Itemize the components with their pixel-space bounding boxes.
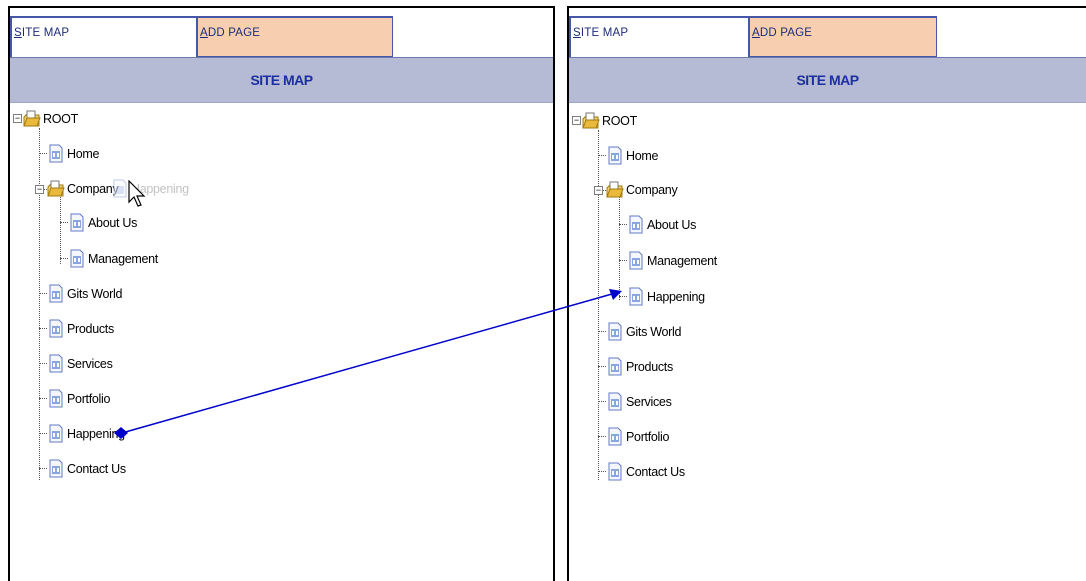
collapse-toggle-company[interactable]: − (594, 186, 603, 195)
tree-node-contact-us[interactable]: Contact Us (47, 457, 126, 481)
tree-node-about-us[interactable]: About Us (68, 211, 137, 235)
tree-node-portfolio[interactable]: Portfolio (606, 425, 669, 449)
tab-add-page-accesskey: A (200, 27, 208, 39)
page-icon (606, 427, 624, 447)
tree-node-root[interactable]: ROOT (23, 107, 78, 131)
page-icon (68, 213, 86, 233)
tree-node-label: ROOT (43, 112, 78, 126)
drag-ghost: Happening (111, 177, 189, 201)
page-icon (47, 144, 65, 164)
page-icon (627, 251, 645, 271)
tab-site-map-accesskey: S (573, 27, 581, 39)
tree-node-gits-world[interactable]: Gits World (47, 282, 122, 306)
tree-node-label: Portfolio (67, 392, 111, 406)
page-icon (47, 389, 65, 409)
tab-site-map-label: ITE MAP (21, 27, 70, 39)
page-icon (47, 284, 65, 304)
tree-node-happening[interactable]: Happening (47, 422, 125, 446)
tree-node-label: ROOT (602, 114, 637, 128)
collapse-toggle-root[interactable]: − (572, 116, 581, 125)
tree-node-services[interactable]: Services (47, 352, 113, 376)
tab-bar: SITE MAP ADD PAGE (569, 16, 1086, 57)
tree-node-label: Home (626, 149, 659, 163)
page-icon (606, 146, 624, 166)
page-icon (68, 249, 86, 269)
folder-open-icon (23, 109, 41, 129)
tree-node-label: Services (67, 357, 113, 371)
page-icon (627, 287, 645, 307)
page-icon (47, 424, 65, 444)
page-icon (606, 392, 624, 412)
tab-add-page-accesskey: A (752, 27, 760, 39)
tree-node-about-us[interactable]: About Us (627, 213, 696, 237)
page-icon (111, 179, 129, 199)
tree-node-happening[interactable]: Happening (627, 285, 705, 309)
tree-node-label: Management (88, 252, 158, 266)
tab-site-map-accesskey: S (14, 27, 22, 39)
tab-add-page-label: DD PAGE (207, 27, 261, 39)
tree-node-label: Management (647, 254, 717, 268)
tab-site-map[interactable]: SITE MAP (10, 16, 197, 57)
page-icon (47, 319, 65, 339)
tree-node-gits-world[interactable]: Gits World (606, 320, 681, 344)
tree-node-company[interactable]: Company (606, 178, 678, 202)
site-map-panel-before: SITE MAP ADD PAGE SITE MAP − ROOT Home −… (8, 6, 555, 581)
section-header: SITE MAP (569, 57, 1086, 103)
tab-add-page[interactable]: ADD PAGE (749, 16, 937, 57)
page-icon (47, 354, 65, 374)
tree-node-products[interactable]: Products (606, 355, 673, 379)
section-header-title: SITE MAP (796, 72, 859, 88)
tree-node-services[interactable]: Services (606, 390, 672, 414)
section-header-title: SITE MAP (250, 72, 313, 88)
tree-node-label: Gits World (67, 287, 123, 301)
site-map-panel-after: SITE MAP ADD PAGE SITE MAP − ROOT Home −… (567, 6, 1086, 581)
tree-node-management[interactable]: Management (627, 249, 717, 273)
page-icon (627, 215, 645, 235)
collapse-toggle-company[interactable]: − (35, 185, 44, 194)
tree-node-label: Contact Us (67, 462, 126, 476)
section-header: SITE MAP (10, 57, 553, 103)
tree-node-home[interactable]: Home (47, 142, 99, 166)
tab-bar: SITE MAP ADD PAGE (10, 16, 553, 57)
tree-node-label: Products (626, 360, 673, 374)
tab-site-map-label: ITE MAP (580, 27, 629, 39)
tab-add-page-label: DD PAGE (759, 27, 813, 39)
collapse-toggle-root[interactable]: − (13, 114, 22, 123)
tree-node-management[interactable]: Management (68, 247, 158, 271)
tree-node-root[interactable]: ROOT (582, 109, 637, 133)
mouse-pointer-icon (128, 180, 146, 207)
page-icon (606, 462, 624, 482)
tree-node-label: Gits World (626, 325, 682, 339)
tree-node-home[interactable]: Home (606, 144, 658, 168)
tree-node-label: Contact Us (626, 465, 685, 479)
tree-node-label: Products (67, 322, 114, 336)
tree-node-company[interactable]: Company (47, 177, 119, 201)
tree-node-label: About Us (647, 218, 697, 232)
tab-site-map[interactable]: SITE MAP (569, 16, 749, 57)
page-icon (606, 357, 624, 377)
tree-node-label: Services (626, 395, 672, 409)
tree-node-label: Home (67, 147, 100, 161)
page-icon (606, 322, 624, 342)
tab-add-page[interactable]: ADD PAGE (197, 16, 393, 57)
page-icon (47, 459, 65, 479)
tree-node-products[interactable]: Products (47, 317, 114, 341)
tree-node-label: Portfolio (626, 430, 670, 444)
tree-node-label: About Us (88, 216, 138, 230)
tree-node-label: Company (626, 183, 678, 197)
tree-node-contact-us[interactable]: Contact Us (606, 460, 685, 484)
folder-open-icon (606, 180, 624, 200)
folder-open-icon (582, 111, 600, 131)
tree-node-portfolio[interactable]: Portfolio (47, 387, 110, 411)
folder-open-icon (47, 179, 65, 199)
tree-node-label: Happening (67, 427, 125, 441)
tree-node-label: Happening (647, 290, 705, 304)
